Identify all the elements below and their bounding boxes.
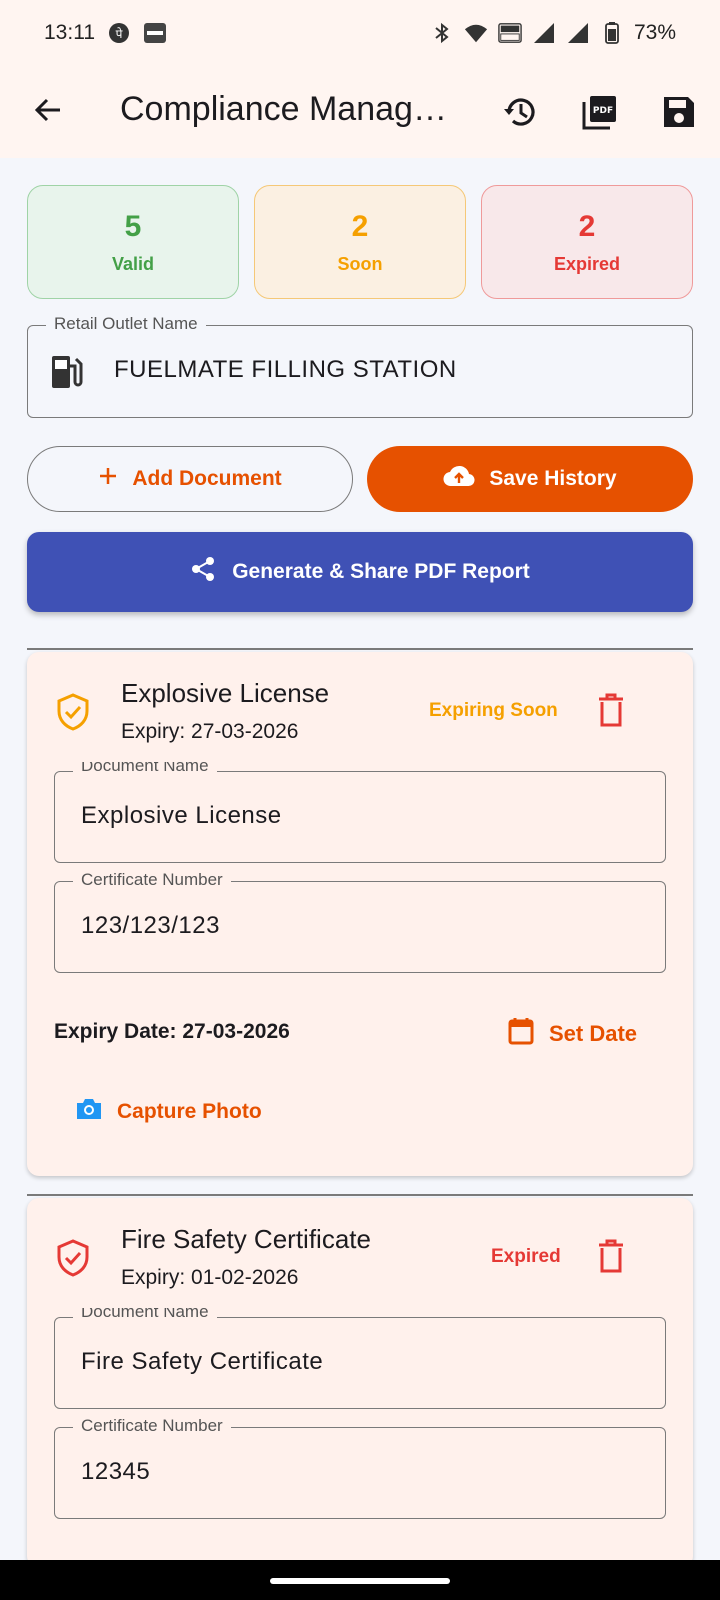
svg-text:पे: पे (116, 27, 123, 41)
svg-text:PDF: PDF (593, 106, 613, 116)
set-date-button[interactable]: Set Date (507, 1016, 637, 1052)
app-bar: Compliance Management PDF (0, 66, 720, 158)
generate-pdf-button[interactable]: Generate & Share PDF Report (27, 532, 693, 612)
document-expiry: Expiry: 27-03-2026 (121, 720, 299, 743)
retail-outlet-field[interactable]: Retail Outlet Name FUELMATE FILLING STAT… (27, 314, 693, 418)
page-title: Compliance Management (120, 90, 450, 128)
phonepe-icon: पे (107, 21, 131, 45)
calendar-icon (507, 1016, 535, 1052)
delete-icon[interactable] (595, 692, 635, 732)
capture-photo-button[interactable]: Capture Photo (75, 1096, 262, 1128)
signal-icon (532, 21, 556, 45)
generate-pdf-label: Generate & Share PDF Report (232, 560, 530, 583)
bluetooth-icon (430, 21, 454, 45)
system-nav-bar (0, 1560, 720, 1600)
document-title: Fire Safety Certificate (121, 1224, 371, 1254)
cloud-upload-icon (443, 464, 475, 494)
valid-count: 5 (124, 209, 142, 243)
certificate-number-field[interactable]: Certificate Number 12345 (54, 1416, 666, 1519)
signal-icon (566, 21, 590, 45)
battery-percent: 73% (633, 21, 676, 44)
soon-count: 2 (351, 209, 369, 243)
save-icon[interactable] (657, 90, 701, 134)
soon-count-card[interactable]: 2 Soon (254, 185, 466, 299)
pdf-icon[interactable]: PDF (578, 90, 622, 134)
save-history-label: Save History (489, 467, 617, 490)
wifi-icon (464, 21, 488, 45)
divider (27, 648, 693, 650)
document-name-field[interactable]: Document Name Fire Safety Certificate (54, 1308, 666, 1409)
document-expiry: Expiry: 01-02-2026 (121, 1266, 299, 1289)
retail-outlet-label: Retail Outlet Name (46, 314, 206, 334)
certificate-number-label: Certificate Number (73, 1416, 231, 1436)
divider (27, 1194, 693, 1196)
document-title: Explosive License (121, 678, 330, 708)
expired-count: 2 (578, 209, 596, 243)
soon-label: Soon (337, 253, 383, 274)
shield-check-icon (55, 1238, 95, 1278)
document-name-value: Fire Safety Certificate (81, 1348, 324, 1375)
save-history-button[interactable]: Save History (367, 446, 693, 512)
certificate-number-value: 123/123/123 (81, 912, 220, 939)
back-arrow-icon[interactable] (28, 90, 68, 130)
status-badge: Expiring Soon (429, 700, 558, 721)
status-badge: Expired (491, 1246, 561, 1267)
expiry-date-text: Expiry Date: 27-03-2026 (54, 1020, 290, 1043)
document-name-field[interactable]: Document Name Explosive License (54, 762, 666, 863)
document-card: Explosive License Expiry: 27-03-2026 Exp… (27, 652, 693, 1176)
expired-label: Expired (553, 253, 621, 274)
paytm-icon (143, 21, 167, 45)
certificate-number-label: Certificate Number (73, 870, 231, 890)
valid-label: Valid (111, 253, 155, 274)
home-gesture-handle[interactable] (270, 1578, 450, 1584)
volte-icon (498, 21, 522, 45)
delete-icon[interactable] (595, 1238, 635, 1278)
capture-photo-label: Capture Photo (117, 1100, 262, 1123)
status-bar: 13:11 पे 73% (0, 0, 720, 66)
add-document-label: Add Document (132, 467, 282, 490)
add-document-button[interactable]: Add Document (27, 446, 353, 512)
document-name-value: Explosive License (81, 802, 282, 829)
expired-count-card[interactable]: 2 Expired (481, 185, 693, 299)
valid-count-card[interactable]: 5 Valid (27, 185, 239, 299)
document-name-label: Document Name (73, 1308, 217, 1320)
status-time: 13:11 (44, 21, 95, 44)
shield-check-icon (55, 692, 95, 732)
certificate-number-field[interactable]: Certificate Number 123/123/123 (54, 870, 666, 973)
history-icon[interactable] (499, 90, 543, 134)
certificate-number-value: 12345 (81, 1458, 151, 1485)
document-name-label: Document Name (73, 762, 217, 774)
camera-icon (75, 1096, 103, 1128)
plus-icon (98, 466, 118, 492)
set-date-label: Set Date (549, 1021, 638, 1046)
retail-outlet-value: FUELMATE FILLING STATION (114, 356, 457, 383)
document-card: Fire Safety Certificate Expiry: 01-02-20… (27, 1198, 693, 1568)
fuel-pump-icon (50, 354, 84, 395)
share-icon (190, 556, 216, 588)
battery-icon (600, 21, 624, 45)
